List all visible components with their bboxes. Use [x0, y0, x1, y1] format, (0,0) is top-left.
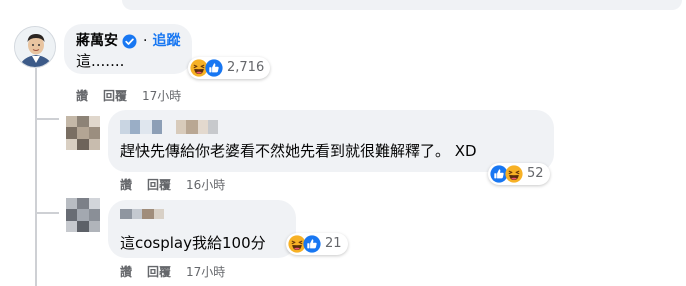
like-icon [205, 59, 223, 77]
like-button[interactable]: 讚 [76, 88, 88, 104]
comment-timestamp[interactable]: 17小時 [142, 88, 181, 104]
comment-text: 趕快先傳給你老婆看不然她先看到就很難解釋了。 XD [120, 142, 477, 160]
comment-timestamp[interactable]: 16小時 [186, 177, 225, 193]
reply-button[interactable]: 回覆 [103, 88, 127, 104]
like-button[interactable]: 讚 [120, 264, 132, 280]
reaction-summary[interactable]: 52 [488, 163, 550, 185]
haha-icon [505, 165, 523, 183]
follow-button[interactable]: 追蹤 [152, 32, 180, 50]
comment-author-row: 蔣萬安 · 追蹤 [76, 32, 180, 50]
comment-text: 這cosplay我給100分 [120, 234, 266, 252]
thread-line [35, 68, 37, 286]
avatar-blurred[interactable] [66, 116, 100, 150]
reaction-count: 2,716 [227, 60, 265, 75]
previous-comment-bubble-edge [122, 0, 682, 10]
avatar[interactable] [14, 26, 56, 68]
comment-timestamp[interactable]: 17小時 [186, 264, 225, 280]
verified-badge-icon [122, 34, 137, 49]
like-icon [303, 235, 321, 253]
comment-actions: 讚 回覆 16小時 [120, 177, 225, 193]
like-button[interactable]: 讚 [120, 177, 132, 193]
comment-text: 這....... [76, 52, 125, 70]
author-name-blurred[interactable] [120, 120, 218, 134]
comment-actions: 讚 回覆 17小時 [76, 88, 181, 104]
reaction-count: 52 [527, 166, 544, 181]
author-name[interactable]: 蔣萬安 [76, 32, 118, 50]
avatar-blurred[interactable] [66, 198, 100, 232]
reaction-summary[interactable]: 21 [286, 233, 348, 255]
separator-dot: · [143, 33, 148, 49]
comment-actions: 讚 回覆 17小時 [120, 264, 225, 280]
reaction-summary[interactable]: 2,716 [188, 57, 271, 79]
reply-button[interactable]: 回覆 [147, 177, 171, 193]
author-name-blurred[interactable] [120, 209, 164, 219]
reply-button[interactable]: 回覆 [147, 264, 171, 280]
thread-branch-line [35, 212, 59, 214]
reaction-count: 21 [325, 236, 342, 251]
thread-branch-line [35, 118, 59, 120]
